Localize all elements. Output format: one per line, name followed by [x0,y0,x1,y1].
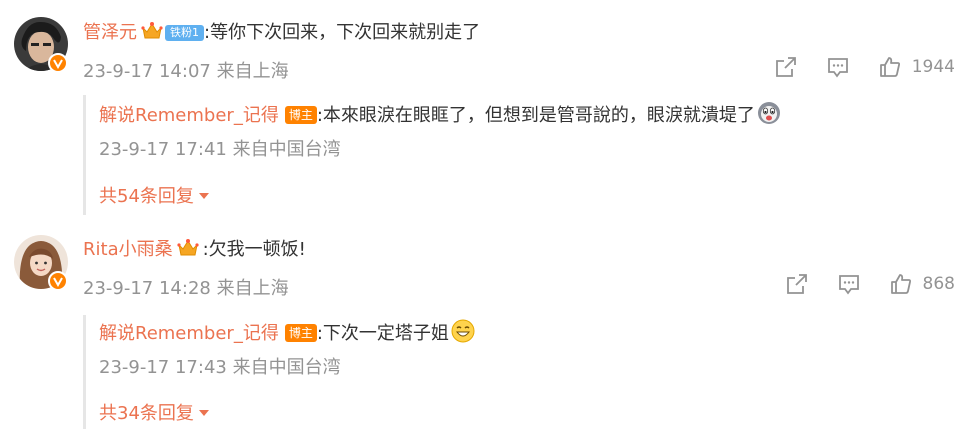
reply-block: 解说Remember_记得 博主:本來眼淚在眼眶了，但想到是管哥說的，眼淚就潰堤了… [83,95,955,215]
view-more-replies-link[interactable]: 共34条回复 [99,399,210,425]
blogger-badge: 博主 [284,324,317,342]
comment-location: 来自上海 [216,278,289,299]
reply-header: 解说Remember_记得 博主:下次一定塔子姐 [99,319,475,351]
reply-location: 来自中国台湾 [232,357,341,378]
crying-laugh-emoji-icon [757,101,781,133]
reply-time: 23-9-17 17:43 [99,357,227,378]
reply-text: :本來眼淚在眼眶了，但想到是管哥說的，眼淚就潰堤了 [316,105,755,126]
comment-meta: 23-9-17 14:28 来自上海 [83,274,289,300]
comment-text: :欠我一顿饭! [202,239,306,260]
comment-actions: 1944 [746,55,955,79]
comment-text: :等你下次回来，下次回来就别走了 [204,22,481,43]
reply-header: 解说Remember_记得 博主:本來眼淚在眼眶了，但想到是管哥說的，眼淚就潰堤了 [99,101,781,133]
reply-username[interactable]: 解说Remember_记得 [99,323,279,344]
more-replies-label: 共54条回复 [99,186,194,207]
blogger-badge: 博主 [284,106,317,124]
comment-item: 管泽元 铁粉1:等你下次回来，下次回来就别走了 23-9-17 14:07 来自上… [0,0,975,215]
verified-badge-icon [48,53,68,73]
caret-down-icon [198,184,210,205]
reply-location: 来自中国台湾 [232,139,341,160]
caret-down-icon [198,401,210,422]
reply-meta: 23-9-17 17:43 来自中国台湾 [99,353,341,379]
reply-meta: 23-9-17 17:41 来自中国台湾 [99,135,341,161]
crown-icon [141,21,163,49]
like-count: 1944 [911,57,955,77]
comment-item: Rita小雨桑 :欠我一顿饭! 23-9-17 14:28 来自上海 868 解说… [0,215,975,429]
comment-icon [838,275,859,295]
comment-actions: 868 [757,272,955,296]
like-count: 868 [922,274,955,294]
comment-time: 23-9-17 14:07 [83,61,211,82]
share-button[interactable] [785,272,809,296]
comment-time: 23-9-17 14:28 [83,278,211,299]
comment-button[interactable] [826,55,850,79]
reply-username[interactable]: 解说Remember_记得 [99,105,279,126]
reply-time: 23-9-17 17:41 [99,139,227,160]
comment-header: Rita小雨桑 :欠我一顿饭! [83,237,306,266]
like-button[interactable]: 868 [889,272,955,296]
crown-icon [177,238,199,266]
grinning-emoji-icon [451,319,475,351]
comment-button[interactable] [837,272,861,296]
verified-badge-icon [48,271,68,291]
view-more-replies-link[interactable]: 共54条回复 [99,182,210,208]
share-button[interactable] [774,55,798,79]
reply-text: :下次一定塔子姐 [316,323,449,344]
share-icon [786,274,807,294]
more-replies-label: 共34条回复 [99,403,194,424]
reply-block: 解说Remember_记得 博主:下次一定塔子姐 23-9-17 17:43 来自… [83,315,955,429]
thumbs-up-icon [879,57,900,77]
thumbs-up-icon [890,274,911,294]
share-icon [775,57,796,77]
like-button[interactable]: 1944 [878,55,955,79]
comment-username[interactable]: 管泽元 [83,22,137,43]
comment-username[interactable]: Rita小雨桑 [83,239,173,260]
comment-icon [827,58,848,78]
comment-meta: 23-9-17 14:07 来自上海 [83,57,289,83]
comment-header: 管泽元 铁粉1:等你下次回来，下次回来就别走了 [83,20,480,49]
comment-location: 来自上海 [216,61,289,82]
fan-level-badge: 铁粉1 [165,25,204,41]
